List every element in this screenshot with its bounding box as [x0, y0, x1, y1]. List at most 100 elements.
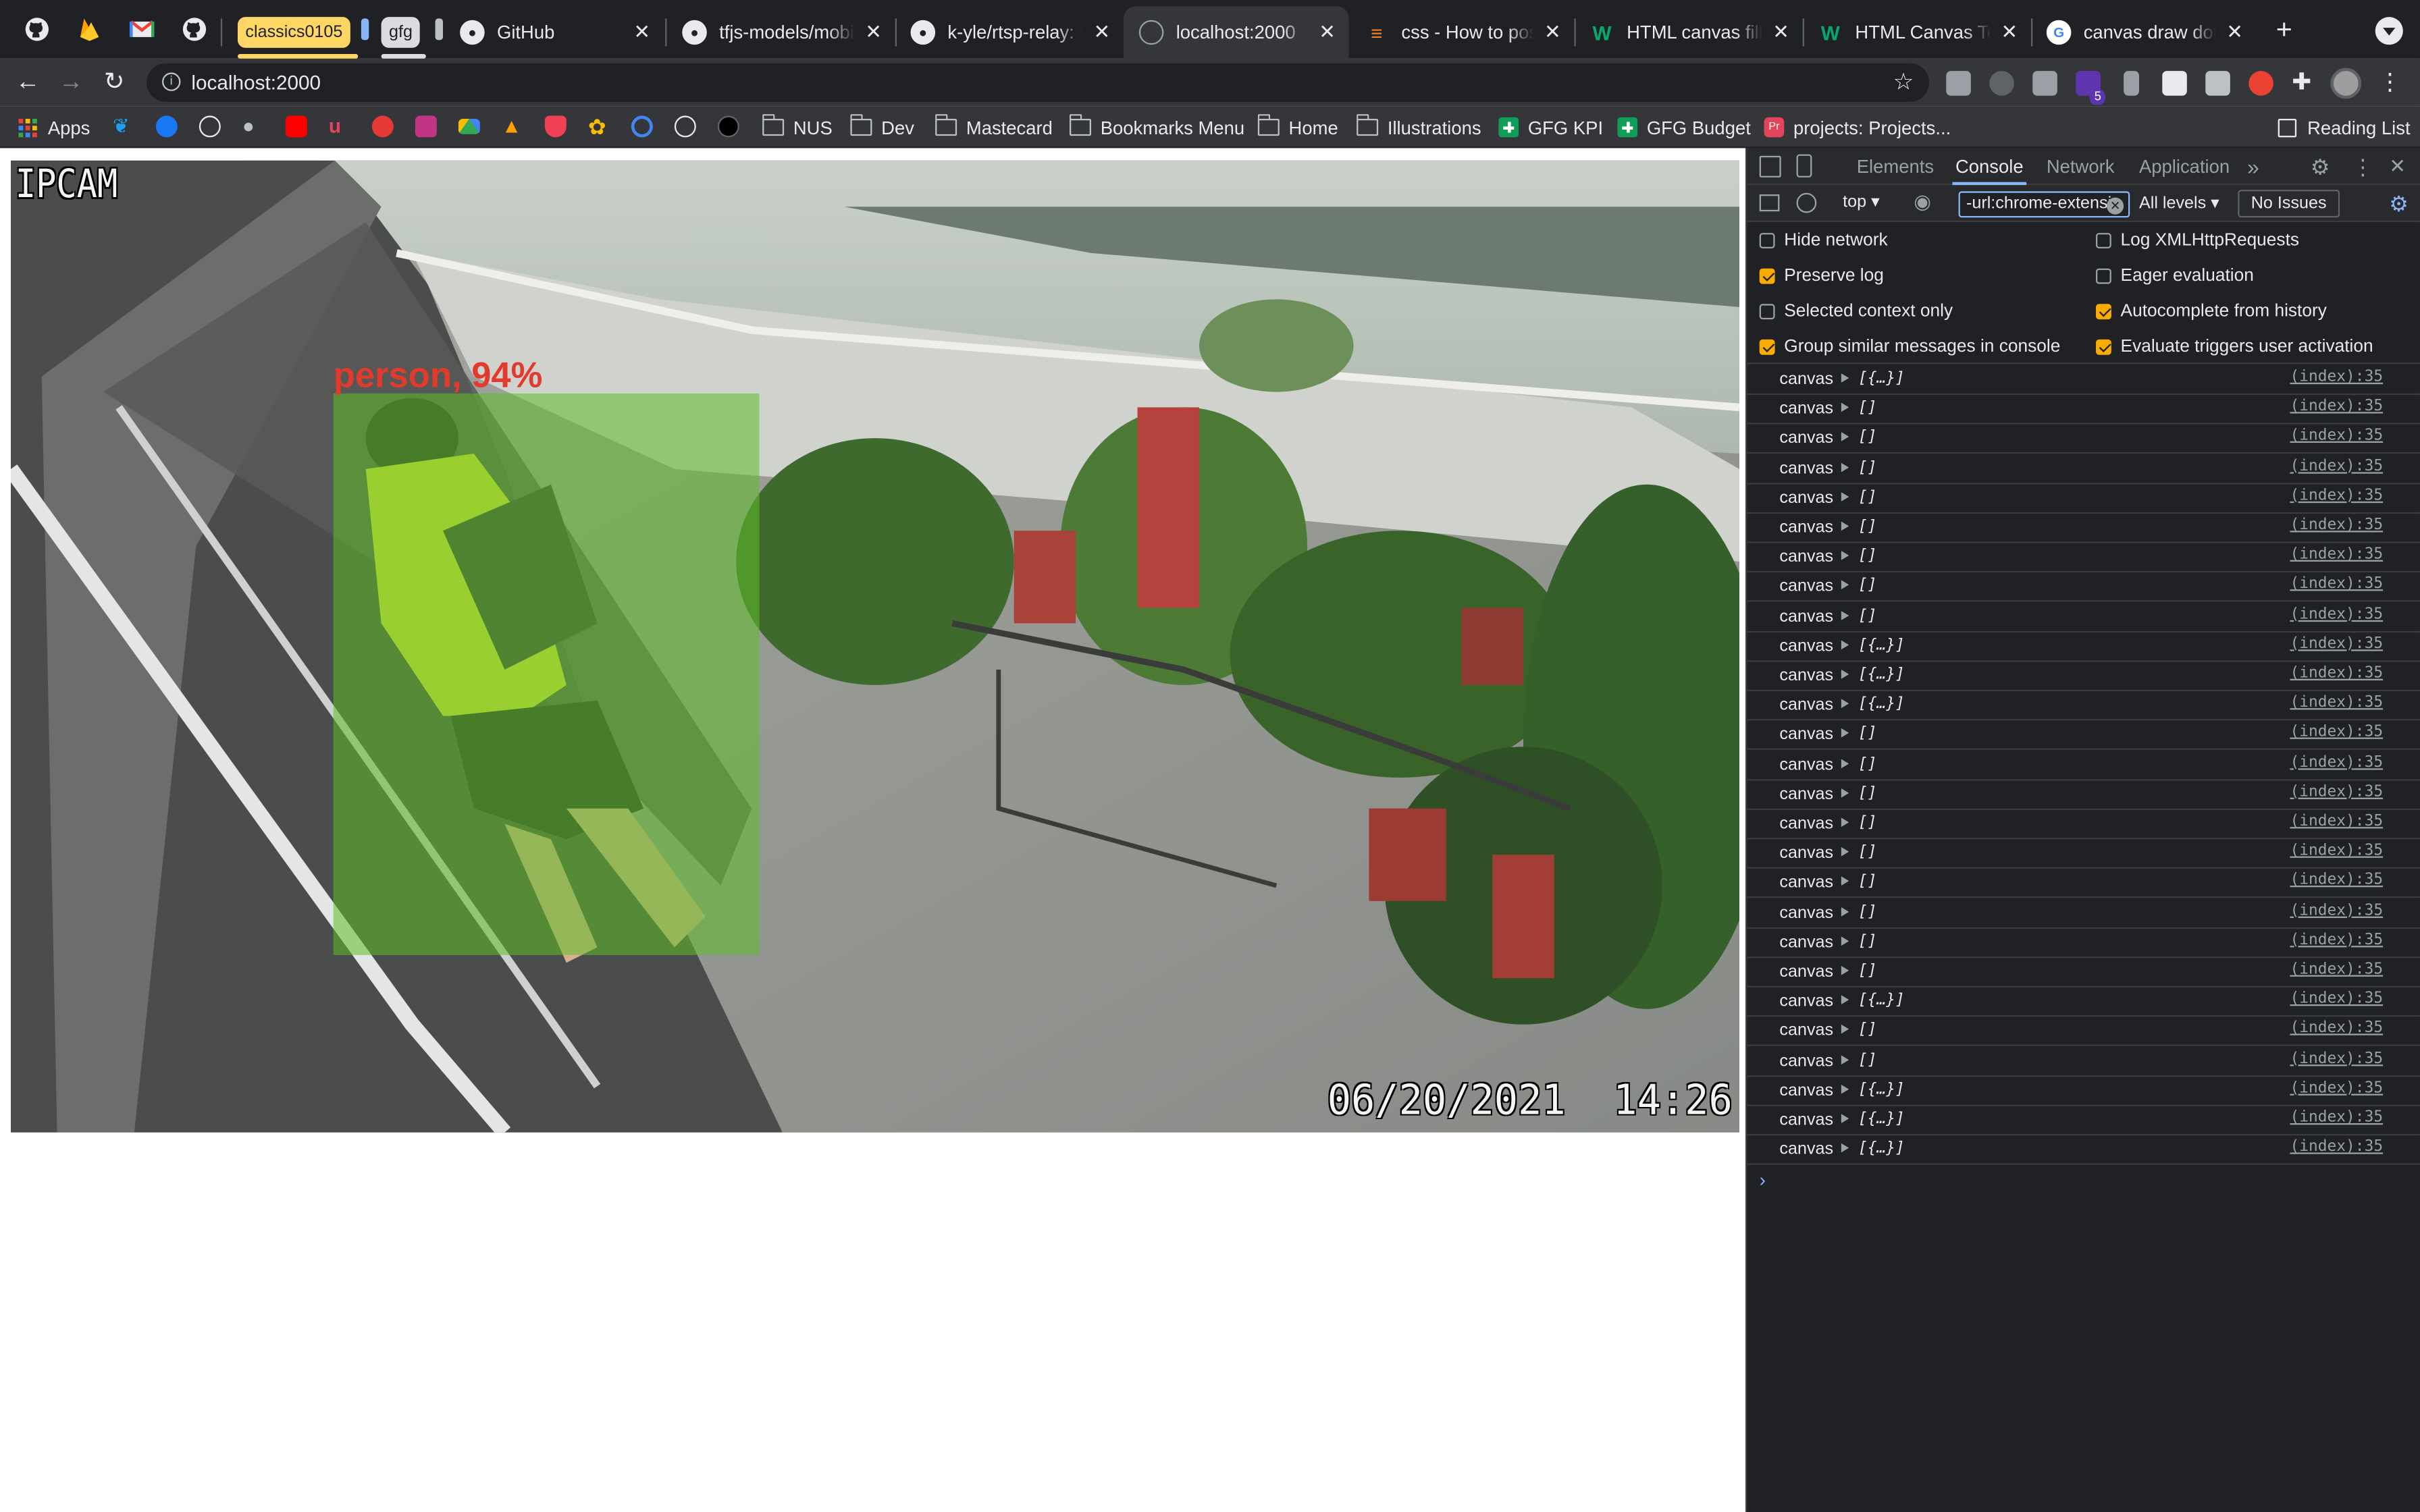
- log-value[interactable]: []: [1858, 785, 1877, 802]
- log-source-link[interactable]: (index):35: [2290, 932, 2383, 948]
- log-source-link[interactable]: (index):35: [2290, 991, 2383, 1008]
- inspect-element-icon[interactable]: [1759, 155, 1781, 178]
- tab-css-position[interactable]: ≡ css - How to position ✕: [1349, 6, 1575, 59]
- bitwarden-icon[interactable]: [2162, 71, 2187, 96]
- log-value[interactable]: []: [1858, 578, 1877, 595]
- bookmark-folder-home[interactable]: Home: [1257, 114, 1338, 140]
- expand-triangle-icon[interactable]: [1841, 817, 1849, 828]
- console-log-row[interactable]: canvas [] (index):35: [1747, 899, 2420, 929]
- log-source-link[interactable]: (index):35: [2290, 1050, 2383, 1067]
- log-value[interactable]: [{…}]: [1858, 637, 1905, 654]
- option-autocomplete-history[interactable]: Autocomplete from history: [2095, 302, 2327, 321]
- log-value[interactable]: []: [1858, 608, 1877, 624]
- log-source-link[interactable]: (index):35: [2290, 605, 2383, 622]
- log-value[interactable]: []: [1858, 815, 1877, 832]
- console-log-row[interactable]: canvas [] (index):35: [1747, 425, 2420, 454]
- log-value[interactable]: []: [1858, 459, 1877, 476]
- expand-triangle-icon[interactable]: [1841, 788, 1849, 798]
- devtools-tab-console[interactable]: Console: [1952, 148, 2027, 186]
- log-value[interactable]: [{…}]: [1858, 992, 1905, 1009]
- log-source-link[interactable]: (index):35: [2290, 961, 2383, 978]
- option-eager-evaluation[interactable]: Eager evaluation: [2095, 267, 2254, 286]
- log-value[interactable]: []: [1858, 1022, 1877, 1039]
- url-text[interactable]: localhost:2000: [191, 71, 321, 94]
- option-user-activation[interactable]: Evaluate triggers user activation: [2095, 338, 2373, 356]
- tab-search-icon[interactable]: [2375, 17, 2403, 45]
- bookmark-folder-dev[interactable]: Dev: [849, 114, 914, 140]
- console-log-row[interactable]: canvas [] (index):35: [1747, 514, 2420, 543]
- bookmark-gfg-budget[interactable]: GFG Budget: [1617, 114, 1751, 140]
- tab-canvas-text[interactable]: W HTML Canvas Text ✕: [1803, 6, 2031, 59]
- close-icon[interactable]: ✕: [1997, 20, 2022, 45]
- expand-triangle-icon[interactable]: [1841, 758, 1849, 768]
- bookmark-folder-mastecard[interactable]: Mastecard: [935, 114, 1053, 140]
- console-log-row[interactable]: canvas [] (index):35: [1747, 780, 2420, 810]
- log-source-link[interactable]: (index):35: [2290, 872, 2383, 889]
- bookmark-projects[interactable]: Pr projects: Projects...: [1764, 114, 1951, 140]
- close-icon[interactable]: ✕: [1540, 20, 1565, 45]
- expand-triangle-icon[interactable]: [1841, 995, 1849, 1005]
- console-log-row[interactable]: canvas [{…}] (index):35: [1747, 632, 2420, 662]
- expand-triangle-icon[interactable]: [1841, 907, 1849, 916]
- expand-triangle-icon[interactable]: [1841, 551, 1849, 561]
- console-log-row[interactable]: canvas [{…}] (index):35: [1747, 1136, 2420, 1166]
- log-source-link[interactable]: (index):35: [2290, 695, 2383, 711]
- tab-canvas-dotted[interactable]: G canvas draw dotted ✕: [2031, 6, 2257, 59]
- log-source-link[interactable]: (index):35: [2290, 635, 2383, 652]
- log-value[interactable]: [{…}]: [1858, 666, 1905, 683]
- console-settings-gear-icon[interactable]: ⚙: [2389, 191, 2409, 217]
- sidebar-toggle-icon[interactable]: [1759, 194, 1780, 212]
- console-log-row[interactable]: canvas [] (index):35: [1747, 396, 2420, 425]
- log-source-link[interactable]: (index):35: [2290, 665, 2383, 682]
- log-source-link[interactable]: (index):35: [2290, 369, 2383, 385]
- youtube-icon[interactable]: [285, 115, 307, 138]
- back-icon[interactable]: ←: [11, 66, 45, 100]
- pocket-icon[interactable]: [544, 115, 567, 138]
- expand-triangle-icon[interactable]: [1841, 462, 1849, 472]
- site-info-icon[interactable]: i: [161, 72, 181, 91]
- firebase-icon[interactable]: ▲: [502, 115, 523, 137]
- github-icon[interactable]: [22, 14, 53, 45]
- console-log-row[interactable]: canvas [] (index):35: [1747, 810, 2420, 840]
- log-value[interactable]: [{…}]: [1858, 1141, 1905, 1158]
- log-value[interactable]: [{…}]: [1858, 1081, 1905, 1098]
- console-log-row[interactable]: canvas [] (index):35: [1747, 543, 2420, 573]
- log-source-link[interactable]: (index):35: [2290, 517, 2383, 534]
- expand-triangle-icon[interactable]: [1841, 640, 1849, 649]
- console-log-row[interactable]: canvas [{…}] (index):35: [1747, 1077, 2420, 1106]
- checkbox[interactable]: [1759, 339, 1775, 355]
- console-log-row[interactable]: canvas [{…}] (index):35: [1747, 366, 2420, 396]
- tab-group-gfg[interactable]: gfg: [381, 17, 421, 48]
- close-icon[interactable]: ✕: [1090, 20, 1115, 45]
- console-log-row[interactable]: canvas [] (index):35: [1747, 1017, 2420, 1047]
- log-value[interactable]: []: [1858, 518, 1877, 535]
- address-bar[interactable]: i localhost:2000 ☆: [147, 63, 1930, 102]
- tab-canvas-fillstyle[interactable]: W HTML canvas fillStyle ✕: [1574, 6, 1802, 59]
- expand-triangle-icon[interactable]: [1841, 1114, 1849, 1123]
- log-value[interactable]: []: [1858, 429, 1877, 446]
- extension-icon[interactable]: [1989, 71, 2014, 96]
- devtools-menu-icon[interactable]: ⋮: [2352, 155, 2373, 181]
- tab-localhost[interactable]: localhost:2000 ✕: [1123, 6, 1349, 59]
- devtools-tab-application[interactable]: Application: [2136, 148, 2232, 185]
- log-source-link[interactable]: (index):35: [2290, 428, 2383, 445]
- extension-icon[interactable]: [2205, 71, 2230, 96]
- bookmark-folder-bookmarks-menu[interactable]: Bookmarks Menu: [1069, 114, 1244, 140]
- instagram-icon[interactable]: [415, 115, 437, 138]
- checkbox[interactable]: [1759, 268, 1775, 284]
- close-icon[interactable]: ✕: [1768, 20, 1793, 45]
- quora-icon[interactable]: [371, 115, 394, 138]
- collapsed-tab-icon[interactable]: [358, 14, 370, 45]
- console-log-row[interactable]: canvas [{…}] (index):35: [1747, 988, 2420, 1017]
- globe-icon[interactable]: [674, 115, 696, 138]
- log-source-link[interactable]: (index):35: [2290, 398, 2383, 415]
- console-log-row[interactable]: canvas [{…}] (index):35: [1747, 1106, 2420, 1136]
- expand-triangle-icon[interactable]: [1841, 1025, 1849, 1035]
- tab-github[interactable]: ● GitHub ✕: [444, 6, 664, 59]
- gmail-icon[interactable]: [126, 14, 157, 45]
- option-selected-context[interactable]: Selected context only: [1759, 302, 1953, 321]
- forward-icon[interactable]: →: [54, 66, 88, 100]
- expand-triangle-icon[interactable]: [1841, 1054, 1849, 1064]
- new-tab-button[interactable]: +: [2269, 16, 2300, 47]
- close-icon[interactable]: ✕: [2222, 20, 2247, 45]
